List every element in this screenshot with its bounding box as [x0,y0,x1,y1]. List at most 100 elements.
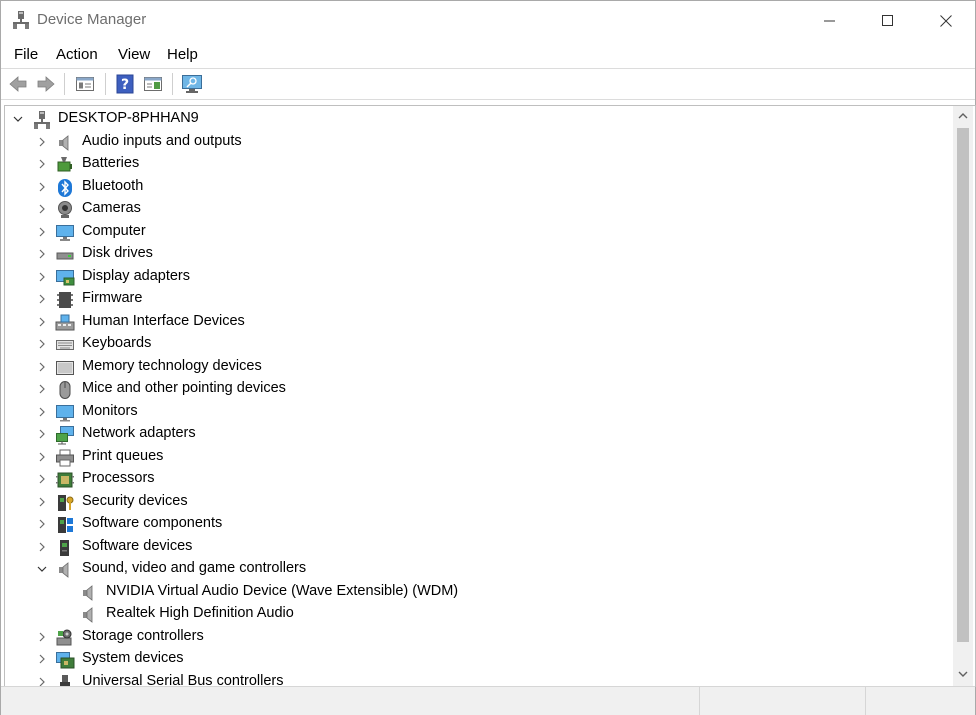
expand-chevron-icon[interactable] [35,630,49,644]
device-tree[interactable]: DESKTOP-8PHHAN9Audio inputs and outputs B… [5,106,953,686]
mouse-icon [55,380,75,400]
minimize-button[interactable] [801,1,859,41]
tree-item-label: Monitors [82,403,138,419]
tree-category[interactable]: Security devices [5,491,945,513]
tree-category[interactable]: Memory technology devices [5,356,945,378]
tree-category[interactable]: Display adapters [5,266,945,288]
tree-item-label: Batteries [82,155,139,171]
tree-category[interactable]: System devices [5,648,945,670]
expand-chevron-icon[interactable] [35,405,49,419]
tree-category[interactable]: Firmware [5,288,945,310]
svg-text:?: ? [121,77,129,93]
tree-category[interactable]: Bluetooth [5,176,945,198]
toolbar-separator [64,73,65,95]
status-segment [699,687,866,715]
tree-category[interactable]: Storage controllers [5,626,945,648]
security-icon [55,493,75,513]
tree-category[interactable]: Software components [5,513,945,535]
scrollbar-thumb[interactable] [957,128,969,642]
help-button[interactable]: ? [113,72,137,96]
scroll-down-button[interactable] [953,664,973,684]
tree-category[interactable]: Processors [5,468,945,490]
properties-button[interactable] [73,72,97,96]
vertical-scrollbar[interactable] [953,106,973,686]
tree-item-label: Keyboards [82,335,151,351]
tree-category[interactable]: Universal Serial Bus controllers [5,671,945,687]
tree-category[interactable]: Network adapters [5,423,945,445]
expand-chevron-icon[interactable] [35,517,49,531]
expand-chevron-icon[interactable] [35,427,49,441]
tree-category[interactable]: Cameras [5,198,945,220]
tree-category[interactable]: Sound, video and game controllers [5,558,945,580]
disk-drive-icon [55,245,75,265]
window-title: Device Manager [37,11,146,28]
expand-chevron-icon[interactable] [35,337,49,351]
collapse-chevron-icon[interactable] [11,112,25,126]
tree-item-label: Sound, video and game controllers [82,560,306,576]
tree-category[interactable]: Disk drives [5,243,945,265]
expand-chevron-icon[interactable] [35,292,49,306]
expand-chevron-icon[interactable] [35,225,49,239]
tree-category[interactable]: Software devices [5,536,945,558]
menu-file[interactable]: File [14,46,38,63]
expand-chevron-icon[interactable] [35,472,49,486]
tree-category[interactable]: Print queues [5,446,945,468]
maximize-button[interactable] [859,1,917,41]
expand-chevron-icon[interactable] [35,202,49,216]
toolbar-separator [172,73,173,95]
expand-chevron-icon[interactable] [35,675,49,687]
scan-hardware-button[interactable] [180,72,204,96]
tree-item-label: Processors [82,470,155,486]
expand-chevron-icon[interactable] [35,247,49,261]
toolbar-divider [1,99,975,100]
title-bar[interactable]: Device Manager [1,1,975,41]
back-button[interactable] [6,72,30,96]
expand-chevron-icon[interactable] [35,382,49,396]
show-hide-icon [143,74,163,94]
expand-chevron-icon[interactable] [35,540,49,554]
expand-chevron-icon[interactable] [35,495,49,509]
tree-device[interactable]: NVIDIA Virtual Audio Device (Wave Extens… [5,581,945,603]
maximize-icon [882,15,894,27]
expand-chevron-icon[interactable] [35,360,49,374]
tree-category[interactable]: Batteries [5,153,945,175]
memory-icon [55,358,75,378]
menu-view[interactable]: View [118,46,150,63]
help-icon: ? [115,74,135,94]
show-hide-button[interactable] [141,72,165,96]
close-icon [940,15,952,27]
display-adapter-icon [55,268,75,288]
tree-item-label: Bluetooth [82,178,143,194]
expand-chevron-icon[interactable] [35,450,49,464]
menu-help[interactable]: Help [167,46,198,63]
tree-device[interactable]: Realtek High Definition Audio [5,603,945,625]
tree-category[interactable]: Audio inputs and outputs [5,131,945,153]
tree-category[interactable]: Computer [5,221,945,243]
tree-root-computer[interactable]: DESKTOP-8PHHAN9 [5,108,945,130]
usb-icon [55,673,75,687]
tree-category[interactable]: Monitors [5,401,945,423]
scroll-up-button[interactable] [953,106,973,126]
tree-item-label: Mice and other pointing devices [82,380,286,396]
tree-category[interactable]: Keyboards [5,333,945,355]
expand-chevron-icon[interactable] [35,270,49,284]
speaker-icon [55,560,75,580]
expand-chevron-icon[interactable] [35,652,49,666]
expand-chevron-icon[interactable] [35,135,49,149]
keyboard-icon [55,335,75,355]
close-button[interactable] [917,1,975,41]
tree-item-label: System devices [82,650,184,666]
expand-chevron-icon[interactable] [35,180,49,194]
computer-root-icon [32,110,52,130]
expand-chevron-icon[interactable] [35,157,49,171]
menu-action[interactable]: Action [56,46,98,63]
forward-button[interactable] [34,72,58,96]
firmware-icon [55,290,75,310]
back-icon [8,74,28,94]
collapse-chevron-icon[interactable] [35,562,49,576]
tree-category[interactable]: Mice and other pointing devices [5,378,945,400]
tree-category[interactable]: Human Interface Devices [5,311,945,333]
scan-hardware-icon [181,74,203,94]
status-bar [1,686,975,715]
expand-chevron-icon[interactable] [35,315,49,329]
